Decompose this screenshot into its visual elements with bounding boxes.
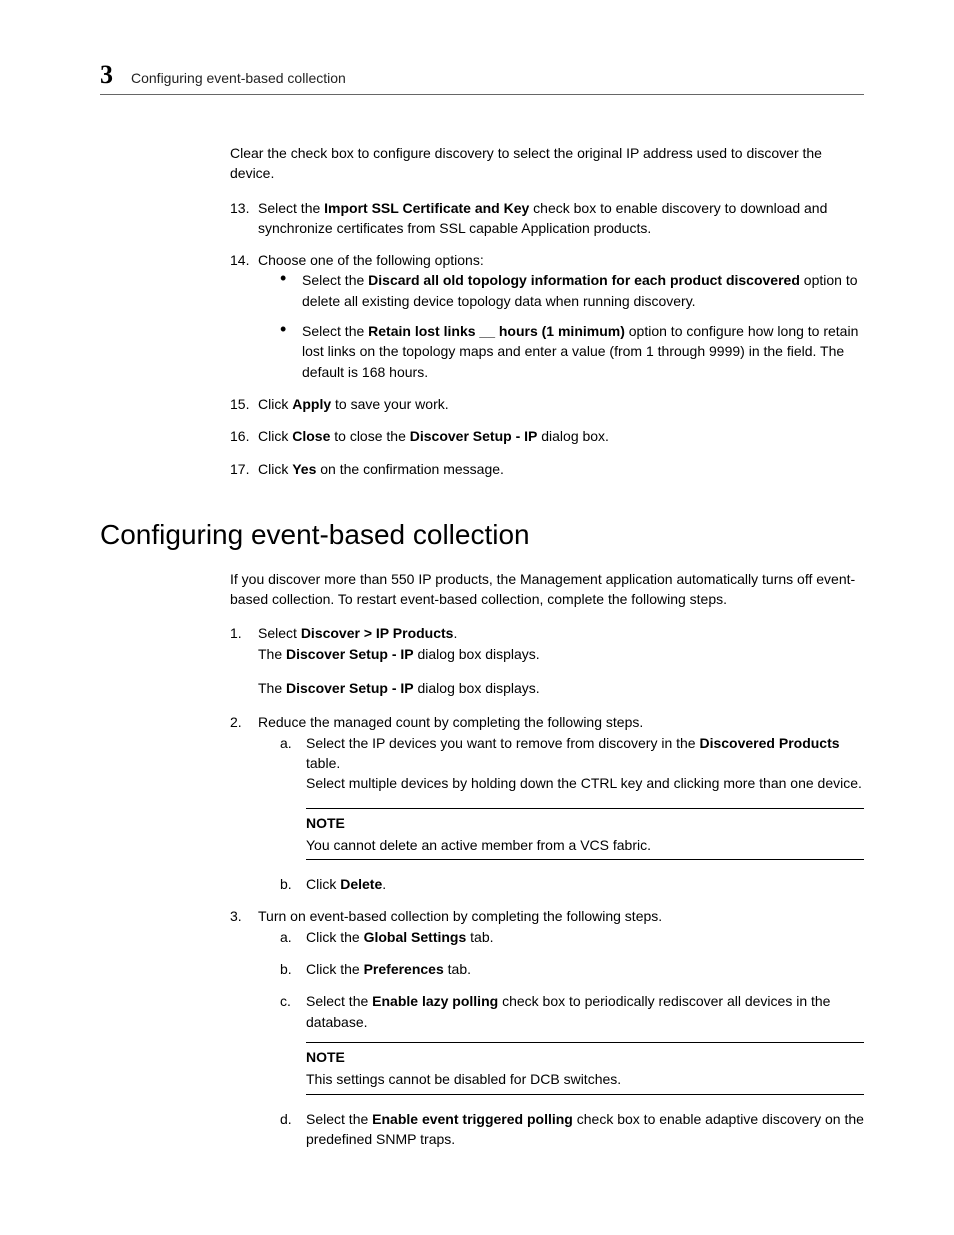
substep-marker: a. bbox=[280, 927, 292, 947]
step-16: 16. Click Close to close the Discover Se… bbox=[230, 426, 864, 446]
step-marker: 13. bbox=[230, 198, 249, 218]
text: Select the bbox=[302, 272, 368, 288]
text: Choose one of the following options: bbox=[258, 252, 484, 268]
step-15: 15. Click Apply to save your work. bbox=[230, 394, 864, 414]
substep-marker: c. bbox=[280, 991, 291, 1011]
text: Select the bbox=[258, 200, 324, 216]
step-marker: 17. bbox=[230, 459, 249, 479]
bold-text: Retain lost links __ hours (1 minimum) bbox=[368, 323, 625, 339]
section-content: If you discover more than 550 IP product… bbox=[230, 569, 864, 1149]
bold-text: Global Settings bbox=[364, 929, 467, 945]
bullet-item: Select the Discard all old topology info… bbox=[280, 270, 864, 311]
text: Turn on event-based collection by comple… bbox=[258, 908, 662, 924]
bullet-list: Select the Discard all old topology info… bbox=[280, 270, 864, 381]
substep-marker: d. bbox=[280, 1109, 292, 1129]
text: Reduce the managed count by completing t… bbox=[258, 714, 643, 730]
text: to save your work. bbox=[331, 396, 449, 412]
sub-paragraph: Select multiple devices by holding down … bbox=[306, 773, 864, 793]
bold-text: Enable lazy polling bbox=[372, 993, 498, 1009]
substep-d: d. Select the Enable event triggered pol… bbox=[280, 1109, 864, 1150]
note-box: NOTE You cannot delete an active member … bbox=[306, 808, 864, 861]
text: dialog box displays. bbox=[414, 680, 540, 696]
note-label: NOTE bbox=[306, 813, 864, 833]
text: table. bbox=[306, 755, 340, 771]
step-marker: 1. bbox=[230, 623, 242, 643]
substep-b: b. Click Delete. bbox=[280, 874, 864, 894]
text: Click bbox=[258, 461, 292, 477]
step-13: 13. Select the Import SSL Certificate an… bbox=[230, 198, 864, 239]
text: Select the bbox=[306, 1111, 372, 1127]
sub-paragraph: The Discover Setup - IP dialog box displ… bbox=[258, 644, 864, 664]
substep-a: a. Click the Global Settings tab. bbox=[280, 927, 864, 947]
note-label: NOTE bbox=[306, 1047, 864, 1067]
step-marker: 15. bbox=[230, 394, 249, 414]
step-marker: 3. bbox=[230, 906, 242, 926]
bold-text: Discover Setup - IP bbox=[286, 646, 414, 662]
bold-text: Discovered Products bbox=[699, 735, 839, 751]
note-text: This settings cannot be disabled for DCB… bbox=[306, 1071, 621, 1087]
text: tab. bbox=[466, 929, 493, 945]
text: The bbox=[258, 680, 286, 696]
chapter-title: Configuring event-based collection bbox=[131, 70, 346, 86]
substep-a: a. Select the IP devices you want to rem… bbox=[280, 733, 864, 860]
substep-marker: a. bbox=[280, 733, 292, 753]
step-marker: 2. bbox=[230, 712, 242, 732]
text: to close the bbox=[330, 428, 409, 444]
text: Select bbox=[258, 625, 301, 641]
step-marker: 14. bbox=[230, 250, 249, 270]
text: on the confirmation message. bbox=[316, 461, 504, 477]
text: tab. bbox=[444, 961, 471, 977]
bold-text: Enable event triggered polling bbox=[372, 1111, 573, 1127]
step-14: 14. Choose one of the following options:… bbox=[230, 250, 864, 382]
step-3: 3. Turn on event-based collection by com… bbox=[230, 906, 864, 1149]
text: The bbox=[258, 646, 286, 662]
bold-text: Preferences bbox=[364, 961, 444, 977]
ordered-list: 13. Select the Import SSL Certificate an… bbox=[230, 198, 864, 479]
note-box: NOTE This settings cannot be disabled fo… bbox=[306, 1042, 864, 1095]
substep-marker: b. bbox=[280, 874, 292, 894]
sub-paragraph: The Discover Setup - IP dialog box displ… bbox=[258, 678, 864, 698]
text: dialog box. bbox=[537, 428, 609, 444]
substep-marker: b. bbox=[280, 959, 292, 979]
paragraph: Clear the check box to configure discove… bbox=[230, 143, 864, 184]
alpha-list: a. Select the IP devices you want to rem… bbox=[280, 733, 864, 895]
alpha-list: a. Click the Global Settings tab. b. Cli… bbox=[280, 927, 864, 1149]
step-17: 17. Click Yes on the confirmation messag… bbox=[230, 459, 864, 479]
text: Click bbox=[306, 876, 340, 892]
text: . bbox=[453, 625, 457, 641]
ordered-list: 1. Select Discover > IP Products. The Di… bbox=[230, 623, 864, 1149]
intro-paragraph: If you discover more than 550 IP product… bbox=[230, 569, 864, 610]
text: Select the bbox=[302, 323, 368, 339]
section-heading: Configuring event-based collection bbox=[100, 519, 864, 551]
text: dialog box displays. bbox=[414, 646, 540, 662]
bullet-item: Select the Retain lost links __ hours (1… bbox=[280, 321, 864, 382]
bold-text: Discover Setup - IP bbox=[410, 428, 538, 444]
page-header: 3 Configuring event-based collection bbox=[100, 60, 864, 95]
text: Click the bbox=[306, 961, 364, 977]
bold-text: Delete bbox=[340, 876, 382, 892]
substep-b: b. Click the Preferences tab. bbox=[280, 959, 864, 979]
step-1: 1. Select Discover > IP Products. The Di… bbox=[230, 623, 864, 698]
page: 3 Configuring event-based collection Cle… bbox=[0, 0, 954, 1201]
text: Select the IP devices you want to remove… bbox=[306, 735, 699, 751]
bold-text: Close bbox=[292, 428, 330, 444]
bold-text: Discard all old topology information for… bbox=[368, 272, 800, 288]
bold-text: Discover Setup - IP bbox=[286, 680, 414, 696]
text: Click the bbox=[306, 929, 364, 945]
bold-text: Discover > IP Products bbox=[301, 625, 454, 641]
text: . bbox=[382, 876, 386, 892]
content: Clear the check box to configure discove… bbox=[230, 143, 864, 479]
step-marker: 16. bbox=[230, 426, 249, 446]
bold-text: Apply bbox=[292, 396, 331, 412]
text: Click bbox=[258, 428, 292, 444]
bold-text: Yes bbox=[292, 461, 316, 477]
bold-text: Import SSL Certificate and Key bbox=[324, 200, 529, 216]
text: Select the bbox=[306, 993, 372, 1009]
chapter-number: 3 bbox=[100, 60, 113, 90]
step-2: 2. Reduce the managed count by completin… bbox=[230, 712, 864, 894]
substep-c: c. Select the Enable lazy polling check … bbox=[280, 991, 864, 1094]
text: Click bbox=[258, 396, 292, 412]
note-text: You cannot delete an active member from … bbox=[306, 837, 651, 853]
